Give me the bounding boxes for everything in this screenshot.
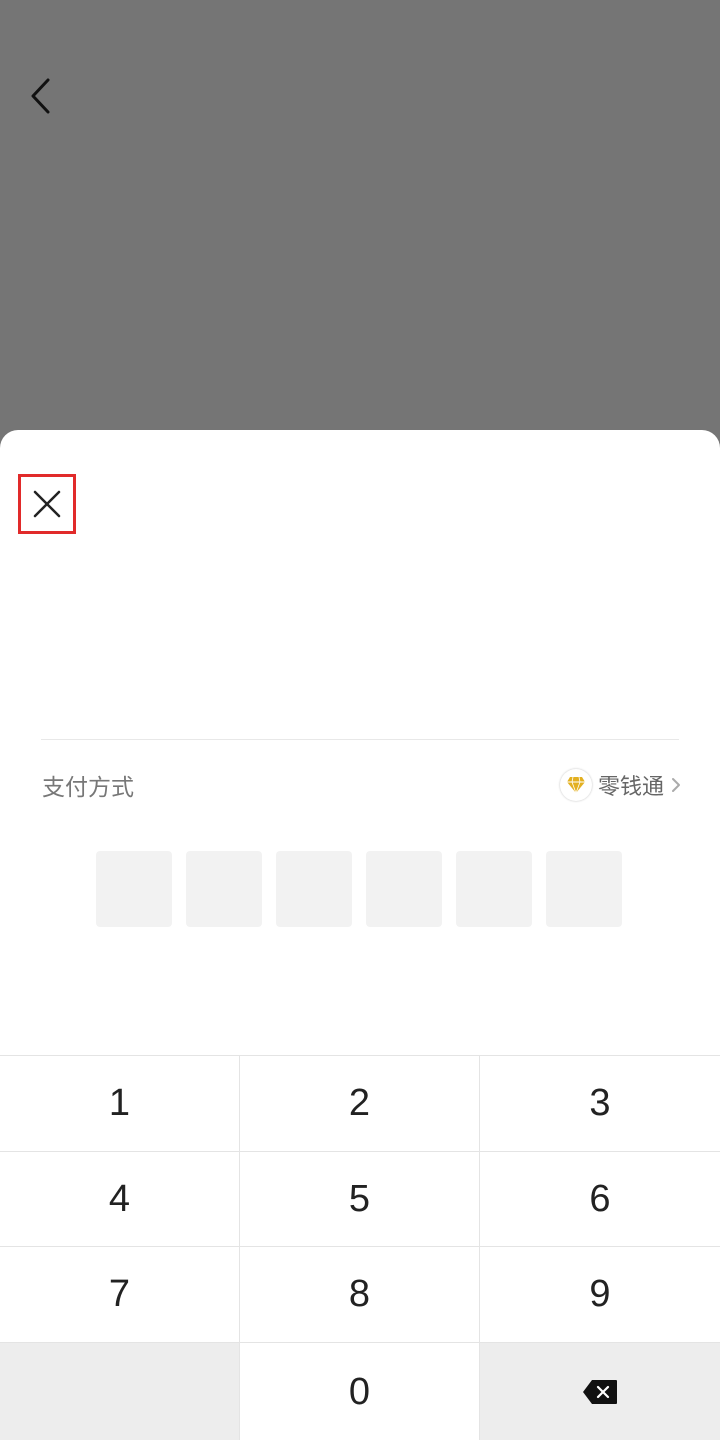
key-3[interactable]: 3 [480, 1056, 720, 1152]
pin-digit-box [96, 851, 172, 927]
key-6[interactable]: 6 [480, 1152, 720, 1247]
key-7[interactable]: 7 [0, 1247, 240, 1343]
pin-digit-box [186, 851, 262, 927]
password-input[interactable] [96, 851, 622, 927]
chevron-right-icon [672, 778, 680, 792]
key-empty [0, 1343, 240, 1440]
payment-method-name: 零钱通 [597, 775, 664, 800]
pin-digit-box [276, 851, 352, 927]
key-1[interactable]: 1 [0, 1056, 240, 1152]
pin-digit-box [366, 851, 442, 927]
pin-digit-box [456, 851, 532, 927]
key-5[interactable]: 5 [240, 1152, 480, 1247]
delete-key[interactable] [480, 1343, 720, 1440]
key-8[interactable]: 8 [240, 1247, 480, 1343]
key-0[interactable]: 0 [240, 1343, 480, 1440]
chevron-left-icon [31, 78, 50, 114]
payment-method-row: 支付方式 零钱通 [42, 760, 682, 810]
key-4[interactable]: 4 [0, 1152, 240, 1247]
payment-method-selector[interactable]: 零钱通 [559, 769, 682, 801]
payment-method-label: 支付方式 [42, 775, 134, 801]
close-icon [33, 490, 61, 518]
pin-digit-box [546, 851, 622, 927]
key-2[interactable]: 2 [240, 1056, 480, 1152]
diamond-icon [559, 769, 592, 801]
divider [41, 739, 679, 740]
numeric-keypad: 1 2 3 4 5 6 7 8 9 0 [0, 1055, 720, 1440]
payment-sheet: 支付方式 零钱通 1 2 3 4 5 6 7 8 9 0 [0, 430, 720, 1440]
close-button[interactable] [18, 474, 76, 534]
key-9[interactable]: 9 [480, 1247, 720, 1343]
back-button[interactable] [18, 72, 62, 120]
backspace-icon [583, 1380, 617, 1404]
